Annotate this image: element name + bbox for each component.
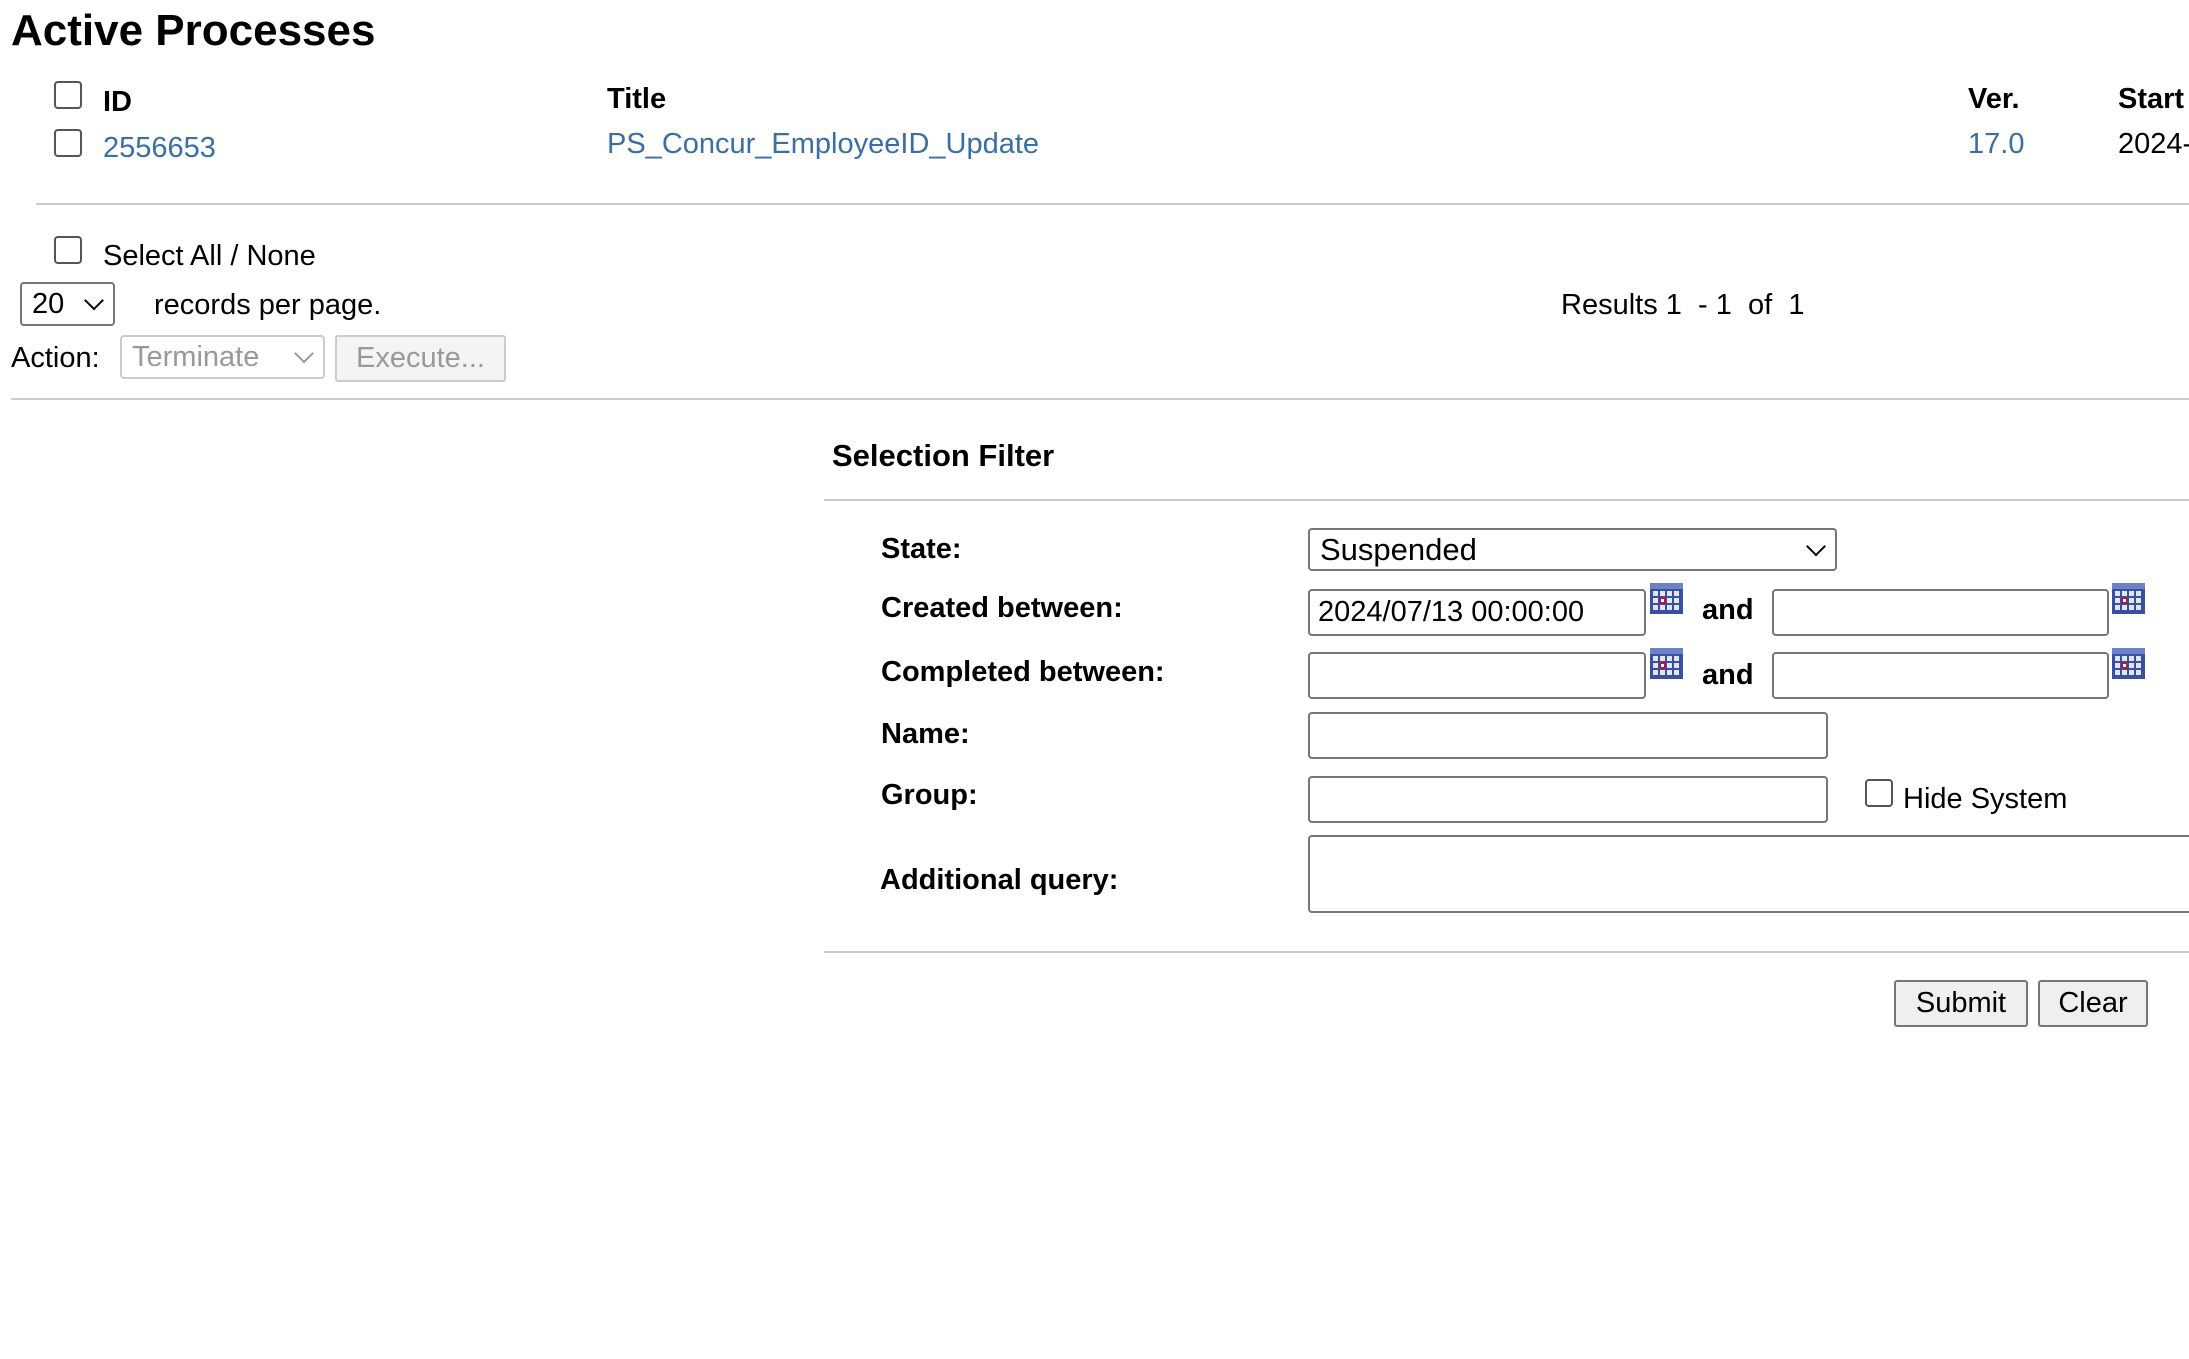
results-from: 1 [1665,289,1682,321]
state-value: Suspended [1320,531,1477,567]
records-per-page-value: 20 [32,287,65,320]
and-label: and [1702,659,1754,691]
process-version-link[interactable]: 17.0 [1968,128,2024,161]
completed-from-input[interactable] [1308,652,1646,699]
calendar-icon[interactable] [1649,582,1685,616]
completed-label: Completed between: [881,656,1165,688]
completed-to-input[interactable] [1772,652,2109,699]
chevron-down-icon [294,343,314,364]
column-header-start[interactable]: Start [2118,83,2184,116]
action-selected: Terminate [132,340,260,373]
state-select[interactable]: Suspended [1308,528,1837,571]
select-all-label: Select All / None [103,240,316,272]
row-checkbox[interactable] [54,129,82,157]
name-label: Name: [881,718,970,750]
column-header-version[interactable]: Ver. [1968,83,2020,116]
divider [36,203,2189,205]
page-title: Active Processes [11,6,376,55]
hide-system-checkbox[interactable] [1865,779,1893,807]
group-input[interactable] [1308,776,1828,823]
select-all-checkbox[interactable] [54,236,82,264]
divider [824,499,2189,501]
filter-title: Selection Filter [832,438,1055,473]
submit-button[interactable]: Submit [1894,980,2028,1027]
results-to: - 1 [1698,289,1732,321]
action-select[interactable]: Terminate [120,335,325,379]
records-per-page-label: records per page. [154,289,382,321]
group-label: Group: [881,779,978,811]
calendar-icon[interactable] [1649,647,1685,681]
results-prefix: Results [1561,289,1658,321]
results-summary: Results 1 - 1 of 1 [1561,289,1804,322]
clear-button[interactable]: Clear [2038,980,2148,1027]
state-label: State: [881,533,962,565]
and-label: and [1702,594,1754,626]
select-all-header-checkbox[interactable] [54,81,82,109]
execute-button[interactable]: Execute... [335,335,506,382]
column-header-id[interactable]: ID [103,86,132,119]
chevron-down-icon [84,290,104,311]
results-of: of [1748,289,1773,321]
records-per-page-select[interactable]: 20 [20,282,115,326]
name-input[interactable] [1308,712,1828,759]
process-id-link[interactable]: 2556653 [103,132,216,165]
additional-query-label: Additional query: [880,864,1119,896]
additional-query-textarea[interactable] [1308,835,2189,913]
process-title-link[interactable]: PS_Concur_EmployeeID_Update [607,128,1039,161]
chevron-down-icon [1806,536,1826,556]
created-from-input[interactable]: 2024/07/13 00:00:00 [1308,589,1646,636]
process-start: 2024- [2118,128,2189,160]
hide-system-label: Hide System [1903,783,2068,815]
action-label: Action: [11,342,100,374]
divider [824,951,2189,953]
column-header-title[interactable]: Title [607,83,666,116]
calendar-icon[interactable] [2111,582,2147,616]
created-to-input[interactable] [1772,589,2109,636]
calendar-icon[interactable] [2111,647,2147,681]
divider [11,398,2189,400]
created-label: Created between: [881,592,1123,624]
results-total: 1 [1788,289,1805,321]
